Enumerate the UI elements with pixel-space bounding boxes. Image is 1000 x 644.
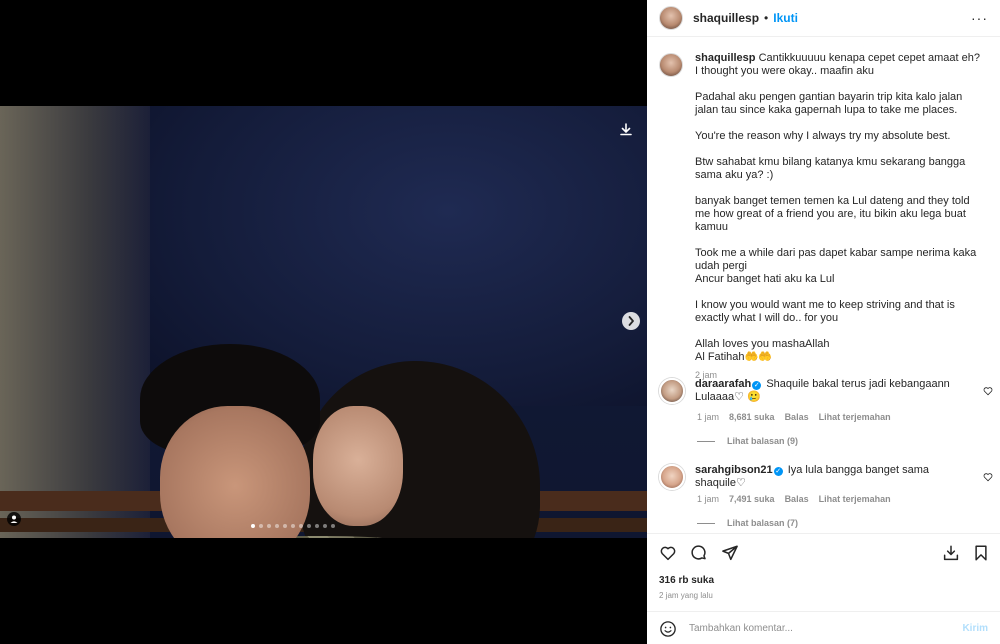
comment-username[interactable]: sarahgibson21 — [695, 464, 773, 476]
replies-divider — [697, 440, 715, 442]
caption-line: Ancur banget hati aku ka Lul — [695, 273, 835, 285]
carousel-dot — [275, 524, 279, 528]
comment-username[interactable]: daraarafah — [695, 378, 751, 390]
caption-line: Al Fatihah🤲🤲 — [695, 351, 772, 363]
post-header: shaquillesp • Ikuti ··· — [647, 0, 1000, 37]
photo-background — [0, 106, 150, 538]
caption-line: Cantikkuuuuu kenapa cepet cepet amaat eh… — [758, 52, 980, 64]
username-link[interactable]: shaquillesp — [693, 11, 759, 25]
post-caption: shaquillesp Cantikkuuuuu kenapa cepet ce… — [659, 52, 989, 380]
verified-icon: ✓ — [773, 467, 783, 476]
post-timestamp[interactable]: 2 jam yang lalu — [659, 591, 713, 600]
comments-scroll-area[interactable]: shaquillesp Cantikkuuuuu kenapa cepet ce… — [647, 38, 1000, 532]
caption-username[interactable]: shaquillesp — [695, 52, 756, 64]
view-replies-label[interactable]: Lihat balasan (9) — [727, 436, 798, 446]
download-icon[interactable] — [616, 120, 636, 140]
carousel-dot — [283, 524, 287, 528]
share-icon[interactable] — [721, 544, 739, 562]
likes-count[interactable]: 316 rb suka — [659, 575, 714, 586]
post-photo[interactable] — [0, 106, 647, 538]
avatar[interactable] — [659, 6, 683, 30]
view-replies[interactable]: Lihat balasan (7) — [697, 518, 999, 528]
avatar[interactable] — [659, 378, 685, 404]
comment-likes[interactable]: 7,491 suka — [729, 494, 775, 504]
heart-icon[interactable] — [659, 544, 677, 562]
tag-icon[interactable] — [7, 512, 21, 526]
caption-line: You're the reason why I always try my ab… — [695, 130, 951, 142]
caption-line: banyak banget temen temen ka Lul dateng … — [695, 195, 970, 233]
translate-link[interactable]: Lihat terjemahan — [819, 412, 891, 422]
send-button[interactable]: Kirim — [962, 623, 988, 634]
caption-line: I thought you were okay.. maafin aku — [695, 65, 874, 77]
separator-dot: • — [764, 11, 769, 25]
save-icon[interactable] — [942, 544, 960, 562]
verified-icon: ✓ — [752, 381, 762, 390]
comment-likes[interactable]: 8,681 suka — [729, 412, 775, 422]
post-panel: shaquillesp • Ikuti ··· shaquillesp Cant… — [647, 0, 1000, 644]
carousel-dot — [259, 524, 263, 528]
carousel-dot — [307, 524, 311, 528]
carousel-dot — [299, 524, 303, 528]
avatar[interactable] — [659, 53, 683, 77]
translate-link[interactable]: Lihat terjemahan — [819, 494, 891, 504]
comment-input[interactable] — [689, 623, 949, 634]
comment-like-icon[interactable] — [983, 386, 993, 396]
comment-item: daraarafah ✓ Shaquile bakal terus jadi ke… — [659, 378, 999, 446]
carousel-dot — [291, 524, 295, 528]
comment-meta: 1 jam 8,681 suka Balas Lihat terjemahan — [697, 412, 999, 422]
photo-person-girl-face — [313, 406, 403, 526]
view-replies[interactable]: Lihat balasan (9) — [697, 436, 999, 446]
carousel-dot — [323, 524, 327, 528]
reply-button[interactable]: Balas — [785, 494, 809, 504]
bookmark-icon[interactable] — [972, 544, 990, 562]
carousel-dot — [251, 524, 255, 528]
comment-time[interactable]: 1 jam — [697, 412, 719, 422]
reply-button[interactable]: Balas — [785, 412, 809, 422]
avatar[interactable] — [659, 464, 685, 490]
comment-icon[interactable] — [690, 544, 708, 562]
caption-line: Padahal aku pengen gantian bayarin trip … — [695, 91, 963, 116]
post-actions: 316 rb suka 2 jam yang lalu Kirim — [647, 533, 1000, 644]
carousel-indicator — [251, 524, 335, 528]
comment-like-icon[interactable] — [983, 472, 993, 482]
caption-line: Took me a while dari pas dapet kabar sam… — [695, 247, 977, 272]
post-media — [0, 0, 647, 644]
replies-divider — [697, 522, 715, 524]
caption-line: Btw sahabat kmu bilang katanya kmu sekar… — [695, 156, 966, 181]
comment-time[interactable]: 1 jam — [697, 494, 719, 504]
more-icon[interactable]: ··· — [971, 10, 988, 26]
photo-person-boy-face — [160, 406, 310, 538]
comment-meta: 1 jam 7,491 suka Balas Lihat terjemahan — [697, 494, 999, 504]
carousel-dot — [331, 524, 335, 528]
caption-line: I know you would want me to keep strivin… — [695, 299, 955, 324]
follow-button[interactable]: Ikuti — [773, 11, 798, 25]
carousel-dot — [315, 524, 319, 528]
view-replies-label[interactable]: Lihat balasan (7) — [727, 518, 798, 528]
emoji-icon[interactable] — [659, 620, 677, 638]
next-arrow-icon[interactable] — [622, 312, 640, 330]
carousel-dot — [267, 524, 271, 528]
caption-line: Allah loves you mashaAllah — [695, 338, 830, 350]
comment-item: sarahgibson21 ✓ Iya lula bangga banget sa… — [659, 464, 999, 528]
comment-composer: Kirim — [647, 611, 1000, 644]
